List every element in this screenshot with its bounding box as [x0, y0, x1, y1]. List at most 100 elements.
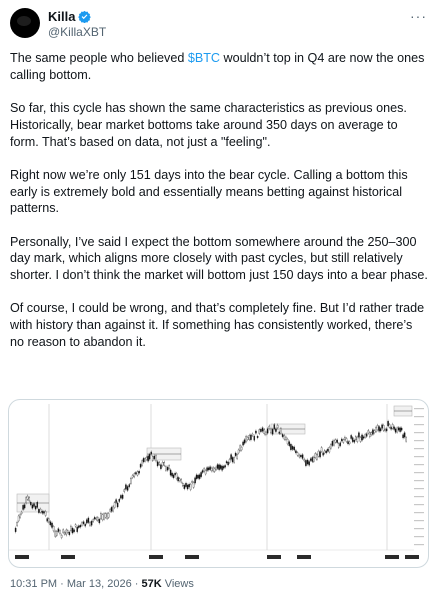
- tweet-time[interactable]: 10:31 PM: [10, 578, 57, 590]
- candle-body: [336, 439, 338, 443]
- candle-body: [73, 529, 75, 532]
- candle-body: [233, 457, 235, 463]
- candle-body: [183, 485, 186, 489]
- candle-body: [93, 517, 96, 520]
- candle-body: [115, 499, 117, 503]
- candle-body: [49, 521, 52, 526]
- candle-body: [120, 495, 122, 499]
- candle-body: [131, 475, 134, 478]
- candle-body: [281, 434, 284, 437]
- candle-body: [361, 434, 363, 441]
- candle-body: [319, 451, 321, 458]
- views-count: 57K: [141, 578, 162, 590]
- candle-body: [25, 497, 27, 504]
- candle-body: [171, 472, 173, 477]
- candle-body: [373, 430, 376, 433]
- candle-body: [286, 438, 289, 445]
- candle-body: [261, 427, 264, 432]
- avatar[interactable]: [10, 8, 40, 38]
- candle-body: [26, 495, 29, 500]
- candle-body: [123, 489, 126, 492]
- cashtag-link[interactable]: $BTC: [188, 51, 220, 65]
- candle-body: [97, 517, 99, 521]
- candle-body: [268, 425, 271, 429]
- candle-body: [203, 468, 205, 472]
- candle-body: [62, 529, 64, 533]
- views-label: Views: [161, 578, 194, 590]
- candle-body: [109, 509, 111, 512]
- candle-body: [60, 534, 63, 538]
- candle-body: [185, 483, 187, 487]
- candle-body: [403, 432, 406, 438]
- candle-body: [283, 435, 286, 440]
- candle-body: [333, 440, 335, 446]
- candle-body: [222, 466, 225, 469]
- candle-body: [78, 525, 80, 528]
- price-axis-tick: [414, 416, 424, 418]
- price-axis-tick: [414, 440, 424, 442]
- price-axis-tick: [414, 488, 424, 490]
- candle-body: [148, 454, 151, 460]
- paragraph-3: Right now we’re only 151 days into the b…: [10, 167, 408, 216]
- more-options-icon[interactable]: ···: [410, 8, 427, 24]
- candle-body: [348, 441, 351, 444]
- candle-body: [147, 455, 149, 462]
- candle-body: [17, 515, 20, 522]
- candle-body: [239, 445, 241, 451]
- candle-body: [260, 428, 262, 432]
- candle-body: [356, 436, 359, 442]
- candle-body: [20, 511, 23, 514]
- candle-body: [178, 478, 181, 481]
- candle-body: [142, 458, 145, 463]
- price-axis-tick: [414, 528, 424, 530]
- candle-body: [221, 465, 223, 471]
- candle-body: [71, 527, 74, 534]
- candle-body: [38, 509, 40, 513]
- candle-body: [59, 530, 61, 534]
- candle-body: [263, 429, 266, 435]
- candle-body: [228, 459, 231, 463]
- candle-body: [197, 475, 199, 479]
- candle-body: [189, 484, 192, 490]
- tweet-date[interactable]: Mar 13, 2026: [67, 578, 132, 590]
- candle-body: [378, 426, 380, 432]
- candle-body: [100, 513, 102, 519]
- verified-badge-icon: [78, 10, 92, 23]
- candle-body: [204, 470, 207, 475]
- candle-body: [253, 436, 256, 441]
- author-name[interactable]: Killa: [48, 9, 75, 24]
- candle-body: [293, 446, 296, 451]
- price-axis-tick: [414, 464, 424, 466]
- candle-body: [255, 430, 257, 434]
- price-axis-tick: [414, 408, 424, 410]
- candle-body: [44, 511, 47, 516]
- candle-body: [165, 466, 167, 471]
- candle-body: [218, 464, 220, 470]
- candle-body: [369, 432, 371, 438]
- candle-body: [296, 452, 299, 456]
- candle-body: [106, 513, 108, 519]
- chart-image[interactable]: [8, 399, 429, 568]
- candle-body: [270, 428, 272, 433]
- price-axis-tick: [414, 536, 424, 538]
- candle-body: [126, 486, 129, 491]
- candle-body: [246, 437, 249, 440]
- candle-body: [322, 452, 324, 456]
- candle-body: [46, 518, 48, 522]
- candle-body: [180, 479, 182, 483]
- candle-body: [345, 438, 348, 442]
- candle-body: [128, 484, 131, 487]
- candle-body: [210, 467, 213, 472]
- candle-body: [276, 424, 279, 429]
- candle-body: [342, 439, 345, 443]
- candle-body: [141, 460, 143, 466]
- price-axis-tick: [414, 424, 424, 426]
- candle-body: [192, 482, 195, 488]
- candle-body: [266, 428, 269, 434]
- candle-body: [207, 467, 210, 471]
- time-axis-marker: [385, 555, 399, 559]
- avatar-highlight: [17, 16, 31, 26]
- author-handle[interactable]: @KillaXBT: [48, 25, 106, 39]
- candle-body: [384, 429, 386, 432]
- candle-body: [139, 464, 142, 468]
